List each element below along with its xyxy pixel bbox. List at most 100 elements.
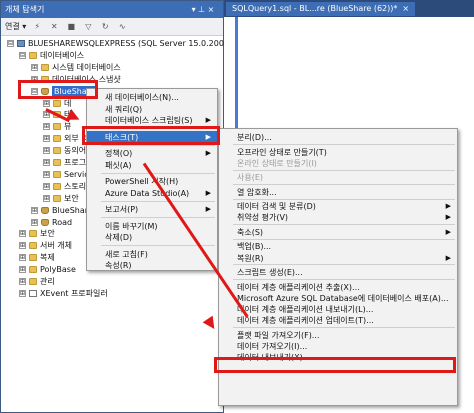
menu-item[interactable]: 패싯(A)	[87, 159, 217, 172]
expand-icon[interactable]: ⊞	[43, 135, 50, 143]
tree-node[interactable]: ⊞ 복제	[19, 252, 55, 263]
menu-item-label: 축소(S)	[237, 227, 264, 237]
menu-item[interactable]: 축소(S) ▶	[219, 226, 457, 239]
tree-node-label: 서버 개체	[40, 241, 72, 251]
server-icon	[17, 40, 25, 47]
tab-sqlquery1[interactable]: SQLQuery1.sql - BL...re (BlueShare (62))…	[226, 2, 416, 16]
db-icon	[41, 218, 49, 226]
tree-node[interactable]: ⊞ 동의어	[43, 145, 86, 156]
menu-item[interactable]: 취약성 평가(V) ▶	[219, 211, 457, 224]
highlight-tasks	[82, 126, 220, 145]
menu-item[interactable]: 보고서(P) ▶	[87, 203, 217, 216]
object-explorer-toolbar: 연결 ▾ ⚡ ✕ ■ ▽ ↻ ∿	[1, 18, 223, 36]
menu-item-label: 삭제(D)	[105, 233, 133, 242]
menu-item-label: 스크립트 생성(E)...	[237, 268, 303, 278]
expand-icon[interactable]: ⊞	[19, 278, 26, 285]
expand-icon[interactable]: ⊞	[19, 230, 26, 238]
submenu-arrow-icon: ▶	[445, 253, 451, 262]
menu-item-label: 분리(D)...	[237, 133, 272, 142]
menu-item[interactable]: 사용(E)	[219, 171, 457, 184]
tree-node[interactable]: ⊞ 뷰	[43, 121, 71, 132]
tree-node[interactable]: ⊞ Road	[31, 217, 72, 228]
expand-icon[interactable]: ⊞	[31, 218, 38, 226]
expand-icon[interactable]: ⊞	[43, 99, 50, 107]
expand-icon[interactable]: ⊞	[43, 159, 50, 166]
folder-icon	[53, 123, 61, 131]
tree-node[interactable]: ⊞ 보안	[19, 228, 55, 239]
pin-controls[interactable]: ▾ ⊥ ×	[183, 5, 223, 14]
tree-node[interactable]: ⊞ 관리	[19, 276, 55, 287]
connect-button[interactable]: 연결 ▾	[5, 21, 26, 32]
folder-icon	[53, 135, 61, 143]
expand-icon[interactable]: ⊞	[43, 182, 50, 190]
expand-icon[interactable]: ⊞	[43, 147, 50, 155]
tree-node-label: 복제	[40, 253, 55, 263]
highlight-blueshare	[18, 80, 98, 99]
tree-node[interactable]: ⊞ 시스템 데이터베이스	[31, 62, 121, 73]
expand-icon[interactable]: ⊞	[31, 63, 38, 71]
menu-item[interactable]: 데이터 계층 애플리케이션 업데이트(T)...	[219, 314, 457, 327]
folder-icon	[53, 159, 61, 166]
menu-item[interactable]: 속성(R)	[87, 259, 217, 272]
expand-icon[interactable]: ⊞	[19, 266, 26, 274]
expand-icon[interactable]: ⊞	[19, 254, 26, 262]
tree-node[interactable]: ⊞ XEvent 프로파일러	[19, 288, 108, 299]
folder-icon	[53, 170, 61, 178]
object-explorer-title: 개체 탐색기	[5, 5, 45, 14]
tree-node[interactable]: ⊞ 데	[43, 98, 71, 109]
folder-icon	[29, 266, 37, 274]
menu-item-label: 사용(E)	[237, 173, 264, 183]
menu-item-label: 취약성 평가(V)	[237, 213, 289, 223]
menu-item[interactable]: 복원(R) ▶	[219, 252, 457, 265]
menu-item[interactable]: 스크립트 생성(E)...	[219, 266, 457, 279]
menu-item[interactable]: Azure Data Studio(A) ▶	[87, 187, 217, 200]
tree-node[interactable]: ⊟ BLUESHAREWSQLEXPRESS (SQL Server 15.0.2…	[7, 38, 260, 49]
filter-icon[interactable]: ▽	[82, 21, 94, 33]
tree-node-label: 보안	[64, 193, 79, 203]
stop-icon[interactable]: ■	[65, 21, 77, 33]
tab-label: SQLQuery1.sql - BL...re (BlueShare (62))…	[232, 4, 398, 13]
menu-item[interactable]: 열 암호화...	[219, 186, 457, 199]
menu-item[interactable]: 온라인 상태로 만들기(I)	[219, 157, 457, 170]
expand-icon[interactable]: ⊞	[43, 123, 50, 131]
folder-icon	[53, 147, 61, 155]
folder-icon	[29, 254, 37, 262]
tree-node-label: 보안	[40, 229, 55, 239]
submenu-arrow-icon: ▶	[205, 205, 211, 213]
disconnect-icon[interactable]: ✕	[48, 21, 60, 33]
tree-node[interactable]: ⊟ 데이터베이스	[19, 50, 84, 61]
folder-icon	[29, 242, 37, 250]
tree-node-label: 뷰	[64, 122, 72, 132]
refresh-icon[interactable]: ↻	[99, 21, 111, 33]
tree-node-label: 데이터베이스	[40, 50, 85, 60]
tree-node-label: 데	[64, 98, 72, 108]
menu-separator	[101, 200, 215, 202]
close-icon[interactable]: ×	[402, 4, 409, 13]
object-explorer-title-bar: 개체 탐색기 ▾ ⊥ ×	[1, 1, 223, 18]
tree-node-label: PolyBase	[40, 265, 76, 275]
collapse-icon[interactable]: ⊟	[7, 40, 14, 47]
menu-separator	[101, 217, 215, 218]
menu-item[interactable]: 분리(D)...	[219, 131, 457, 144]
tree-node[interactable]: ⊞ 서버 개체	[19, 240, 72, 251]
activity-icon[interactable]: ∿	[116, 21, 128, 33]
menu-item-label: 보고서(P)	[105, 205, 139, 214]
expand-icon[interactable]: ⊞	[19, 242, 26, 250]
expand-icon[interactable]: ⊞	[43, 170, 50, 178]
expand-icon[interactable]: ⊞	[31, 206, 38, 214]
menu-item-label: 패싯(A)	[105, 160, 132, 170]
expand-icon[interactable]: ⊞	[19, 289, 26, 297]
folder-icon	[41, 63, 49, 71]
editor-change-margin	[230, 17, 238, 137]
collapse-icon[interactable]: ⊟	[19, 51, 26, 59]
editor-tab-bar: SQLQuery1.sql - BL...re (BlueShare (62))…	[224, 0, 474, 17]
folder-icon	[53, 182, 61, 190]
menu-item-label: 열 암호화...	[237, 187, 277, 197]
submenu-arrow-icon: ▶	[445, 213, 451, 222]
expand-icon[interactable]: ⊞	[43, 194, 50, 202]
connect-icon[interactable]: ⚡	[31, 21, 43, 33]
tree-node[interactable]: ⊞ 보안	[43, 193, 79, 204]
menu-item-label: 속성(R)	[105, 261, 132, 270]
tree-node-label: XEvent 프로파일러	[40, 288, 108, 298]
tree-node[interactable]: ⊞ PolyBase	[19, 264, 76, 275]
